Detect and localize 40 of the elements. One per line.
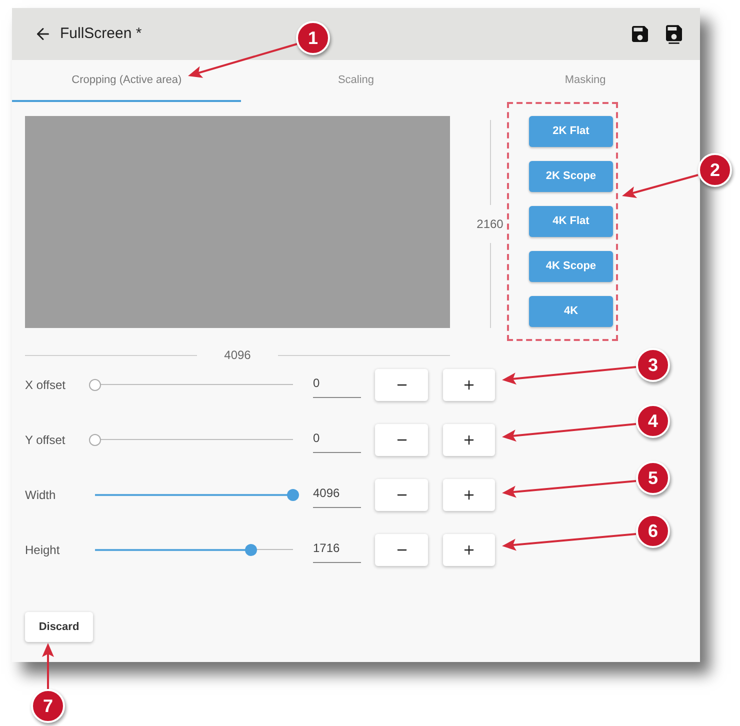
plus-icon	[462, 433, 476, 447]
slider-thumb[interactable]	[89, 434, 101, 446]
save-icon[interactable]	[632, 26, 648, 42]
value-field[interactable]: 1716	[313, 537, 361, 563]
tab[interactable]: Masking	[470, 60, 700, 102]
preset-button[interactable]: 4K	[529, 296, 613, 327]
increment-button[interactable]	[443, 534, 495, 566]
window-title: FullScreen *	[60, 24, 142, 44]
value-field[interactable]: 0	[313, 372, 361, 398]
plus-icon	[462, 378, 476, 392]
plus-icon	[462, 543, 476, 557]
slider-thumb[interactable]	[245, 544, 258, 556]
preset-button[interactable]: 2K Flat	[529, 116, 613, 147]
decrement-button[interactable]	[375, 534, 428, 566]
preset-button[interactable]: 2K Scope	[529, 161, 613, 192]
slider-thumb[interactable]	[287, 489, 299, 501]
value-field[interactable]: 0	[313, 427, 361, 453]
callout-arrow	[42, 643, 54, 689]
preset-button[interactable]: 4K Flat	[529, 206, 613, 237]
tab[interactable]: Scaling	[241, 60, 471, 102]
increment-button[interactable]	[443, 424, 495, 456]
row-label: Width	[25, 487, 57, 504]
increment-button[interactable]	[443, 479, 495, 511]
dimension-label: 4096	[223, 347, 252, 364]
decrement-button[interactable]	[375, 424, 428, 456]
row-label: X offset	[25, 377, 66, 394]
callout-badge: 2	[698, 153, 732, 187]
slider-thumb[interactable]	[89, 379, 101, 391]
decrement-button[interactable]	[375, 479, 428, 511]
plus-icon	[462, 488, 476, 502]
save-icon[interactable]	[666, 24, 682, 44]
preset-button[interactable]: 4K Scope	[529, 251, 613, 282]
discard-button[interactable]: Discard	[25, 612, 93, 642]
value-field[interactable]: 4096	[313, 482, 361, 508]
callout-badge: 7	[31, 689, 65, 723]
row-label: Height	[25, 542, 61, 559]
row-label: Y offset	[25, 432, 66, 449]
dimension-label: 2160	[476, 216, 504, 233]
decrement-button[interactable]	[375, 369, 428, 401]
increment-button[interactable]	[443, 369, 495, 401]
